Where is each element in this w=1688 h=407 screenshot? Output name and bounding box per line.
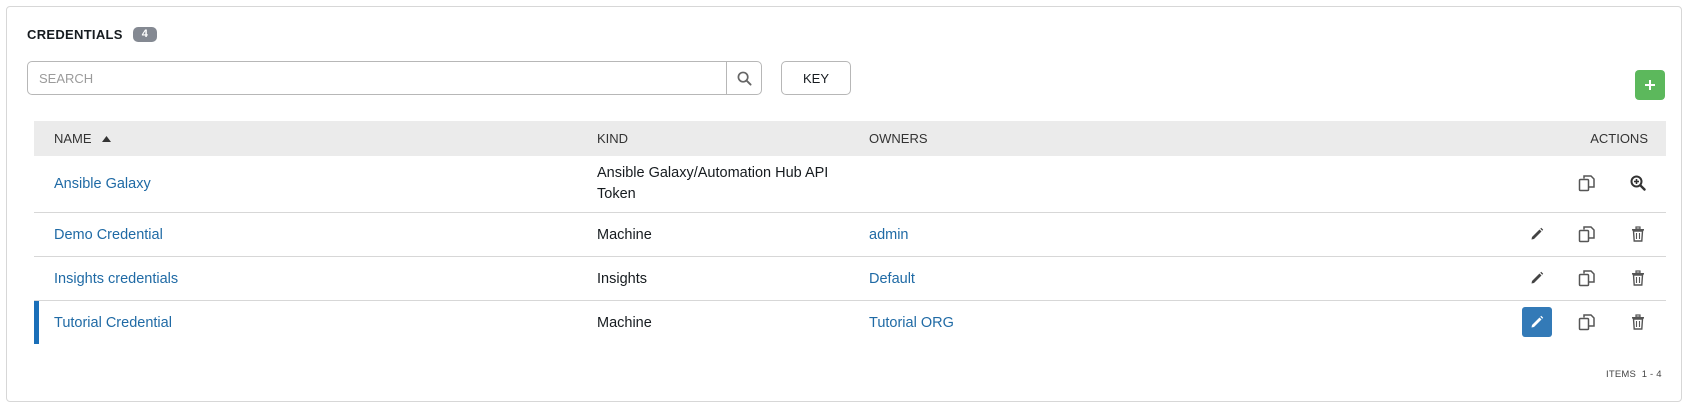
pencil-icon [1530,227,1544,241]
column-header-kind: KIND [597,131,629,146]
copy-button[interactable] [1572,307,1602,337]
delete-button[interactable] [1623,219,1653,249]
pagination-summary: ITEMS 1 - 4 [1606,369,1662,380]
column-header-name[interactable]: NAME [54,121,111,156]
credentials-panel: CREDENTIALS 4 KEY NAME [6,6,1682,402]
edit-button-active[interactable] [1522,307,1552,337]
credential-name-link[interactable]: Insights credentials [54,271,178,287]
copy-button[interactable] [1572,263,1602,293]
add-button[interactable] [1635,70,1665,100]
table-row: Ansible Galaxy Ansible Galaxy/Automation… [34,156,1666,213]
page-title: CREDENTIALS [27,27,123,42]
delete-button[interactable] [1623,263,1653,293]
edit-button[interactable] [1522,219,1552,249]
copy-icon [1578,269,1596,287]
trash-icon [1631,314,1645,330]
table-header: NAME KIND OWNERS ACTIONS [34,121,1666,156]
pagination-range: 1 - 4 [1641,369,1662,380]
credential-owner-link[interactable]: Tutorial ORG [869,315,954,331]
zoom-in-icon [1630,175,1646,191]
delete-button[interactable] [1623,307,1653,337]
credential-kind: Insights [597,270,647,287]
credential-kind: Machine [597,226,652,243]
edit-button[interactable] [1522,263,1552,293]
copy-icon [1578,313,1596,331]
plus-icon [1644,79,1656,91]
copy-button[interactable] [1572,168,1602,198]
credential-name-link[interactable]: Ansible Galaxy [54,176,151,192]
search-button[interactable] [726,61,762,95]
count-badge: 4 [132,27,157,42]
credential-name-link[interactable]: Demo Credential [54,227,163,243]
key-button[interactable]: KEY [781,61,851,95]
panel-header: CREDENTIALS 4 [27,27,157,42]
search-icon [737,71,752,86]
search-input[interactable] [27,61,726,95]
trash-icon [1631,270,1645,286]
table-row: Insights credentials Insights Default [34,257,1666,301]
pagination-label: ITEMS [1606,369,1637,380]
table-row-selected: Tutorial Credential Machine Tutorial ORG [34,301,1666,344]
table-row: Demo Credential Machine admin [34,213,1666,257]
column-header-actions: ACTIONS [1590,131,1648,146]
credential-owner-link[interactable]: admin [869,227,909,243]
column-header-owners: OWNERS [869,131,928,146]
credentials-table: NAME KIND OWNERS ACTIONS Ansible Galaxy … [34,121,1666,344]
view-button[interactable] [1623,168,1653,198]
credential-kind: Machine [597,314,652,331]
pencil-icon [1530,271,1544,285]
copy-icon [1578,174,1596,192]
search-bar [27,61,762,95]
sort-up-icon [101,135,111,142]
credential-owner-link[interactable]: Default [869,271,915,287]
copy-icon [1578,225,1596,243]
credential-kind: Ansible Galaxy/Automation Hub API Token [597,165,829,202]
pencil-icon [1530,315,1544,329]
copy-button[interactable] [1572,219,1602,249]
credential-name-link[interactable]: Tutorial Credential [54,315,172,331]
trash-icon [1631,226,1645,242]
